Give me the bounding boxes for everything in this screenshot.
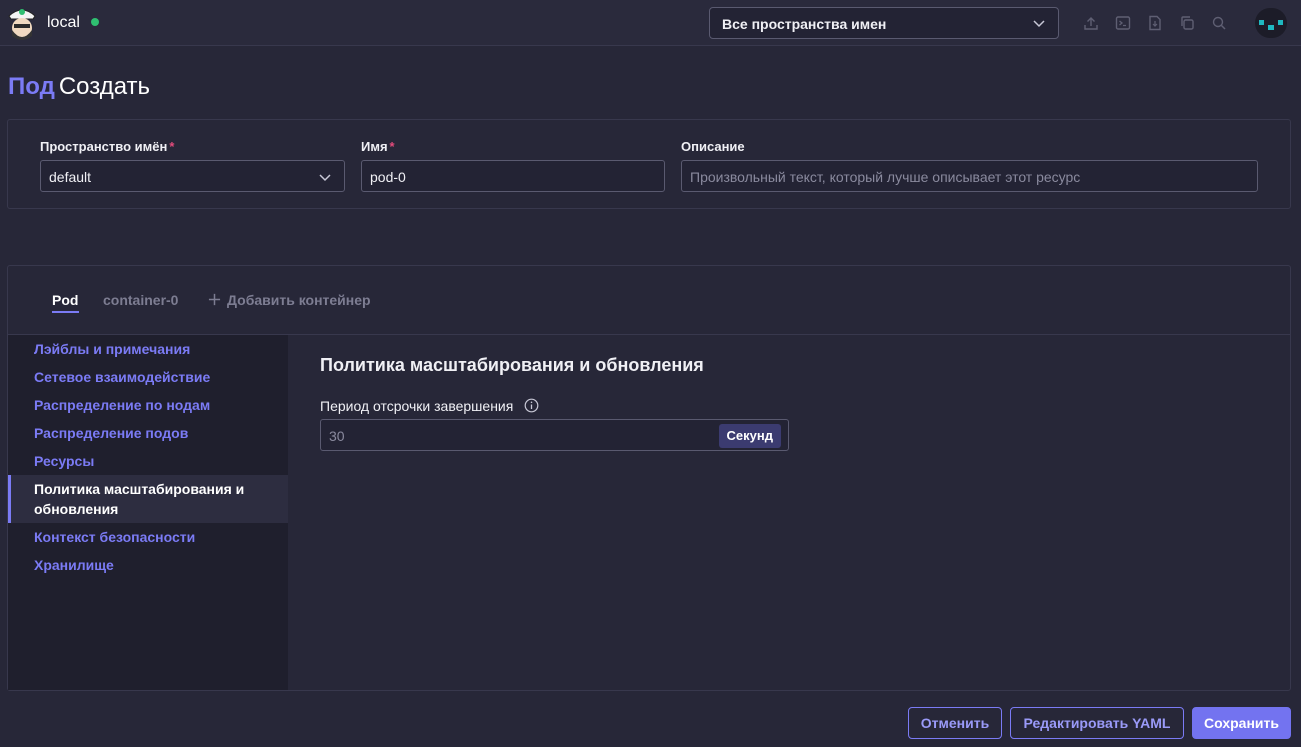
file-icon[interactable]: [1147, 15, 1163, 31]
cluster-status-dot: [91, 18, 99, 26]
required-mark: *: [169, 139, 175, 154]
edit-yaml-button[interactable]: Редактировать YAML: [1010, 707, 1184, 739]
terminal-icon[interactable]: [1115, 15, 1131, 31]
user-avatar-icon[interactable]: [1255, 8, 1287, 38]
sidebar-item-scaling-policy[interactable]: Политика масштабирования и обновления: [34, 479, 264, 519]
name-label: Имя *: [361, 139, 395, 154]
upload-icon[interactable]: [1083, 15, 1099, 31]
sidebar-item-node-scheduling[interactable]: Распределение по нодам: [34, 395, 210, 415]
tab-container-0[interactable]: container-0: [103, 292, 178, 308]
chevron-down-icon: [1033, 20, 1045, 28]
sidebar-item-labels[interactable]: Лэйблы и примечания: [34, 339, 190, 359]
tab-active-indicator: [52, 311, 79, 313]
sidebar-item-storage[interactable]: Хранилище: [34, 555, 114, 575]
termination-grace-period-label: Период отсрочки завершения: [320, 398, 514, 414]
cluster-logo-icon[interactable]: [6, 4, 38, 42]
description-field[interactable]: Произвольный текст, который лучше описыв…: [681, 160, 1258, 192]
add-container-label: Добавить контейнер: [227, 292, 371, 308]
page-title-resource-type[interactable]: Под: [8, 73, 55, 100]
namespace-label-text: Пространство имён: [40, 139, 168, 154]
required-mark: *: [389, 139, 395, 154]
sidebar-item-resources[interactable]: Ресурсы: [34, 451, 94, 471]
info-icon[interactable]: [524, 398, 539, 413]
description-label-text: Описание: [681, 139, 745, 154]
cluster-name[interactable]: local: [47, 14, 80, 32]
save-button[interactable]: Сохранить: [1192, 707, 1291, 739]
namespace-select[interactable]: default: [40, 160, 345, 192]
tab-pod[interactable]: Pod: [52, 292, 78, 308]
seconds-unit-badge: Секунд: [718, 424, 781, 448]
name-field-value: pod-0: [370, 169, 406, 185]
name-label-text: Имя: [361, 139, 388, 154]
section-sidebar: Лэйблы и примечания Сетевое взаимодейств…: [8, 335, 288, 690]
namespace-filter-select[interactable]: Все пространства имен: [709, 7, 1059, 39]
description-label: Описание: [681, 139, 745, 154]
namespace-filter-value: Все пространства имен: [722, 16, 887, 32]
termination-grace-period-placeholder: 30: [329, 428, 345, 444]
namespace-label: Пространство имён *: [40, 139, 174, 154]
page-title-action: Создать: [58, 73, 151, 100]
top-bar: local Все пространства имен: [0, 0, 1301, 46]
sidebar-item-networking[interactable]: Сетевое взаимодействие: [34, 367, 210, 387]
name-field[interactable]: pod-0: [361, 160, 665, 192]
namespace-select-value: default: [49, 169, 92, 185]
copy-icon[interactable]: [1179, 15, 1195, 31]
search-icon[interactable]: [1211, 15, 1227, 31]
sidebar-item-security-context[interactable]: Контекст безопасности: [34, 527, 195, 547]
plus-icon: [208, 293, 221, 306]
cancel-button[interactable]: Отменить: [908, 707, 1002, 739]
page-title: Под Создать: [8, 73, 150, 101]
section-title: Политика масштабирования и обновления: [320, 355, 704, 375]
add-container-button[interactable]: Добавить контейнер: [208, 292, 371, 308]
description-placeholder: Произвольный текст, который лучше описыв…: [690, 169, 1081, 185]
chevron-down-icon: [319, 174, 331, 182]
sidebar-item-pod-scheduling[interactable]: Распределение подов: [34, 423, 188, 443]
termination-grace-period-input[interactable]: 30 Секунд: [320, 419, 789, 451]
